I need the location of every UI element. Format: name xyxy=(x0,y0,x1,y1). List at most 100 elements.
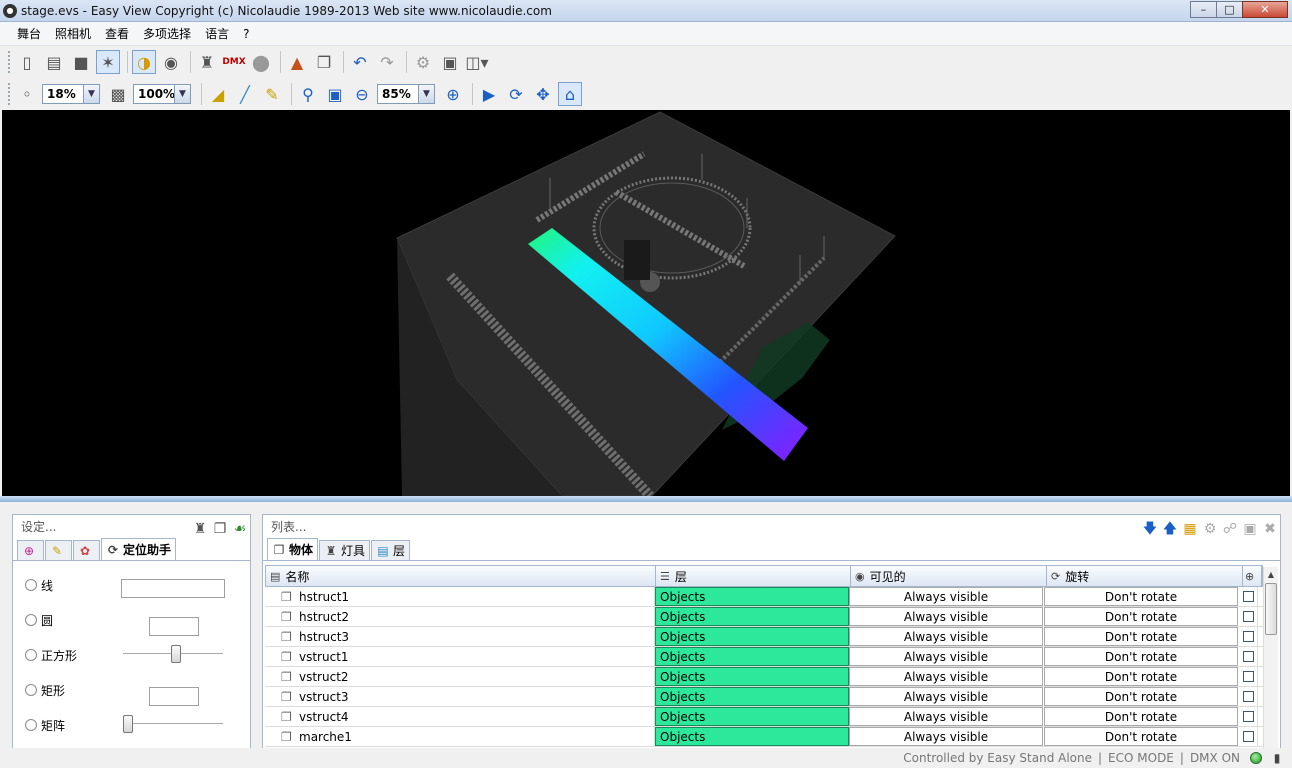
row-rotate-cell[interactable]: Don't rotate xyxy=(1044,587,1238,606)
zoom-plus-icon[interactable]: ⊕ xyxy=(441,82,465,106)
radio-square[interactable] xyxy=(25,649,37,661)
app-icon[interactable]: ● xyxy=(3,3,17,18)
dimmer-level-combo[interactable]: 100% ▼ xyxy=(133,84,191,104)
tab-colors[interactable]: ✿ xyxy=(73,540,100,560)
option-square[interactable]: 正方形 xyxy=(25,645,77,665)
menu-view[interactable]: 查看 xyxy=(98,23,136,45)
row-checkbox-cell[interactable] xyxy=(1239,607,1258,626)
row-checkbox[interactable] xyxy=(1242,611,1254,622)
row-name-cell[interactable]: ❐ vstruct1 xyxy=(265,647,655,666)
record-icon[interactable]: ⬤ xyxy=(249,50,273,74)
redo-icon[interactable]: ↷ xyxy=(375,50,399,74)
radio-matrix[interactable] xyxy=(25,719,37,731)
pencil-beam-icon[interactable]: ✎ xyxy=(260,82,284,106)
zoom-in-icon[interactable]: ⚲ xyxy=(296,82,320,106)
row-visible-cell[interactable]: Always visible xyxy=(849,687,1043,706)
row-layer-cell[interactable]: Objects xyxy=(655,587,849,606)
matrix-slider-thumb[interactable] xyxy=(123,715,133,733)
dimmer-icon[interactable]: ▩ xyxy=(106,82,130,106)
panel-splitter[interactable] xyxy=(0,496,1292,502)
row-rotate-cell[interactable]: Don't rotate xyxy=(1044,687,1238,706)
delete-icon[interactable]: ✖ xyxy=(1260,517,1280,537)
fit-view-icon[interactable]: ▣ xyxy=(323,82,347,106)
row-visible-cell[interactable]: Always visible xyxy=(849,587,1043,606)
menu-multi-select[interactable]: 多项选择 xyxy=(136,23,198,45)
close-button[interactable]: ✕ xyxy=(1242,1,1288,18)
row-layer-cell[interactable]: Objects xyxy=(655,607,849,626)
pointer-mode-icon[interactable]: ✶ xyxy=(96,50,120,74)
fixture-small-icon[interactable]: ♜ xyxy=(190,517,210,537)
row-checkbox-cell[interactable] xyxy=(1239,687,1258,706)
row-visible-cell[interactable]: Always visible xyxy=(849,627,1043,646)
row-checkbox-cell[interactable] xyxy=(1239,627,1258,646)
tab-axis[interactable]: ⊕ xyxy=(17,540,44,560)
helmet-icon[interactable]: ◑ xyxy=(132,50,156,74)
render-menu-icon[interactable]: ◫▾ xyxy=(465,50,489,74)
package-icon[interactable]: ▣ xyxy=(1240,517,1260,537)
row-layer-cell[interactable]: Objects xyxy=(655,707,849,726)
table-row[interactable]: ❐ hstruct3 Objects Always visible Don't rota… xyxy=(265,627,1263,647)
radio-rectangle[interactable] xyxy=(25,684,37,696)
open-file-icon[interactable]: ▤ xyxy=(42,50,66,74)
row-checkbox-cell[interactable] xyxy=(1239,647,1258,666)
square-slider-thumb[interactable] xyxy=(171,645,181,663)
save-file-icon[interactable]: ■ xyxy=(69,50,93,74)
radio-circle[interactable] xyxy=(25,614,37,626)
table-row[interactable]: ❐ vstruct2 Objects Always visible Don't rota… xyxy=(265,667,1263,687)
eye-view-icon[interactable]: ◉ xyxy=(159,50,183,74)
tab-pencil[interactable]: ✎ xyxy=(45,540,72,560)
row-layer-cell[interactable]: Objects xyxy=(655,667,849,686)
new-folder-icon[interactable]: ▦ xyxy=(1180,517,1200,537)
link-icon[interactable]: ☍ xyxy=(1220,517,1240,537)
row-name-cell[interactable]: ❐ vstruct2 xyxy=(265,667,655,686)
radio-line[interactable] xyxy=(25,579,37,591)
tab-objects[interactable]: ❐ 物体 xyxy=(267,538,319,560)
cube-edit-icon[interactable]: ❐ xyxy=(312,50,336,74)
row-name-cell[interactable]: ❐ hstruct1 xyxy=(265,587,655,606)
home-view-icon[interactable]: ⌂ xyxy=(558,82,582,106)
chevron-down-icon[interactable]: ▼ xyxy=(174,85,190,103)
row-rotate-cell[interactable]: Don't rotate xyxy=(1044,607,1238,626)
circle-radius-input[interactable] xyxy=(149,617,199,636)
zoom-level-combo[interactable]: 85% ▼ xyxy=(377,84,435,104)
light-level-combo[interactable]: 18% ▼ xyxy=(42,84,100,104)
dmx-icon[interactable]: DMX xyxy=(222,50,246,74)
row-rotate-cell[interactable]: Don't rotate xyxy=(1044,707,1238,726)
row-checkbox[interactable] xyxy=(1242,651,1254,662)
row-rotate-cell[interactable]: Don't rotate xyxy=(1044,627,1238,646)
row-rotate-cell[interactable]: Don't rotate xyxy=(1044,727,1238,746)
zoom-minus-icon[interactable]: ⊖ xyxy=(350,82,374,106)
row-checkbox-cell[interactable] xyxy=(1239,727,1258,746)
scroll-up-icon[interactable]: ▲ xyxy=(1264,567,1278,582)
row-checkbox[interactable] xyxy=(1242,671,1254,682)
maximize-button[interactable]: □ xyxy=(1216,1,1243,18)
row-visible-cell[interactable]: Always visible xyxy=(849,647,1043,666)
column-rotate[interactable]: ⟳ 旋转 xyxy=(1047,566,1243,586)
camera-icon[interactable]: ▣ xyxy=(438,50,462,74)
gear-icon[interactable]: ⚙ xyxy=(1200,517,1220,537)
light-bulb-icon[interactable]: ◦ xyxy=(15,82,39,106)
option-line[interactable]: 线 xyxy=(25,575,53,595)
row-rotate-cell[interactable]: Don't rotate xyxy=(1044,647,1238,666)
menu-stage[interactable]: 舞台 xyxy=(10,23,48,45)
device-icon[interactable]: ▮ xyxy=(1270,751,1284,765)
row-checkbox[interactable] xyxy=(1242,711,1254,722)
tab-layers[interactable]: ▤ 层 xyxy=(371,540,411,560)
row-name-cell[interactable]: ❐ vstruct4 xyxy=(265,707,655,726)
row-name-cell[interactable]: ❐ vstruct3 xyxy=(265,687,655,706)
minimize-button[interactable]: – xyxy=(1190,1,1217,18)
chevron-down-icon[interactable]: ▼ xyxy=(83,85,99,103)
chevron-down-icon[interactable]: ▼ xyxy=(418,85,434,103)
column-name[interactable]: ▤ 名称 xyxy=(266,566,656,586)
row-checkbox[interactable] xyxy=(1242,631,1254,642)
row-checkbox-cell[interactable] xyxy=(1239,707,1258,726)
gradient-beam-icon[interactable]: ╱ xyxy=(233,82,257,106)
row-checkbox[interactable] xyxy=(1242,591,1254,602)
column-visible[interactable]: ◉ 可见的 xyxy=(851,566,1047,586)
menu-camera[interactable]: 照相机 xyxy=(48,23,98,45)
move-icon[interactable]: ✥ xyxy=(531,82,555,106)
arrow-down-icon[interactable]: 🡇 xyxy=(1140,517,1160,537)
row-checkbox[interactable] xyxy=(1242,731,1254,742)
matrix-slider[interactable] xyxy=(123,715,223,733)
row-visible-cell[interactable]: Always visible xyxy=(849,727,1043,746)
